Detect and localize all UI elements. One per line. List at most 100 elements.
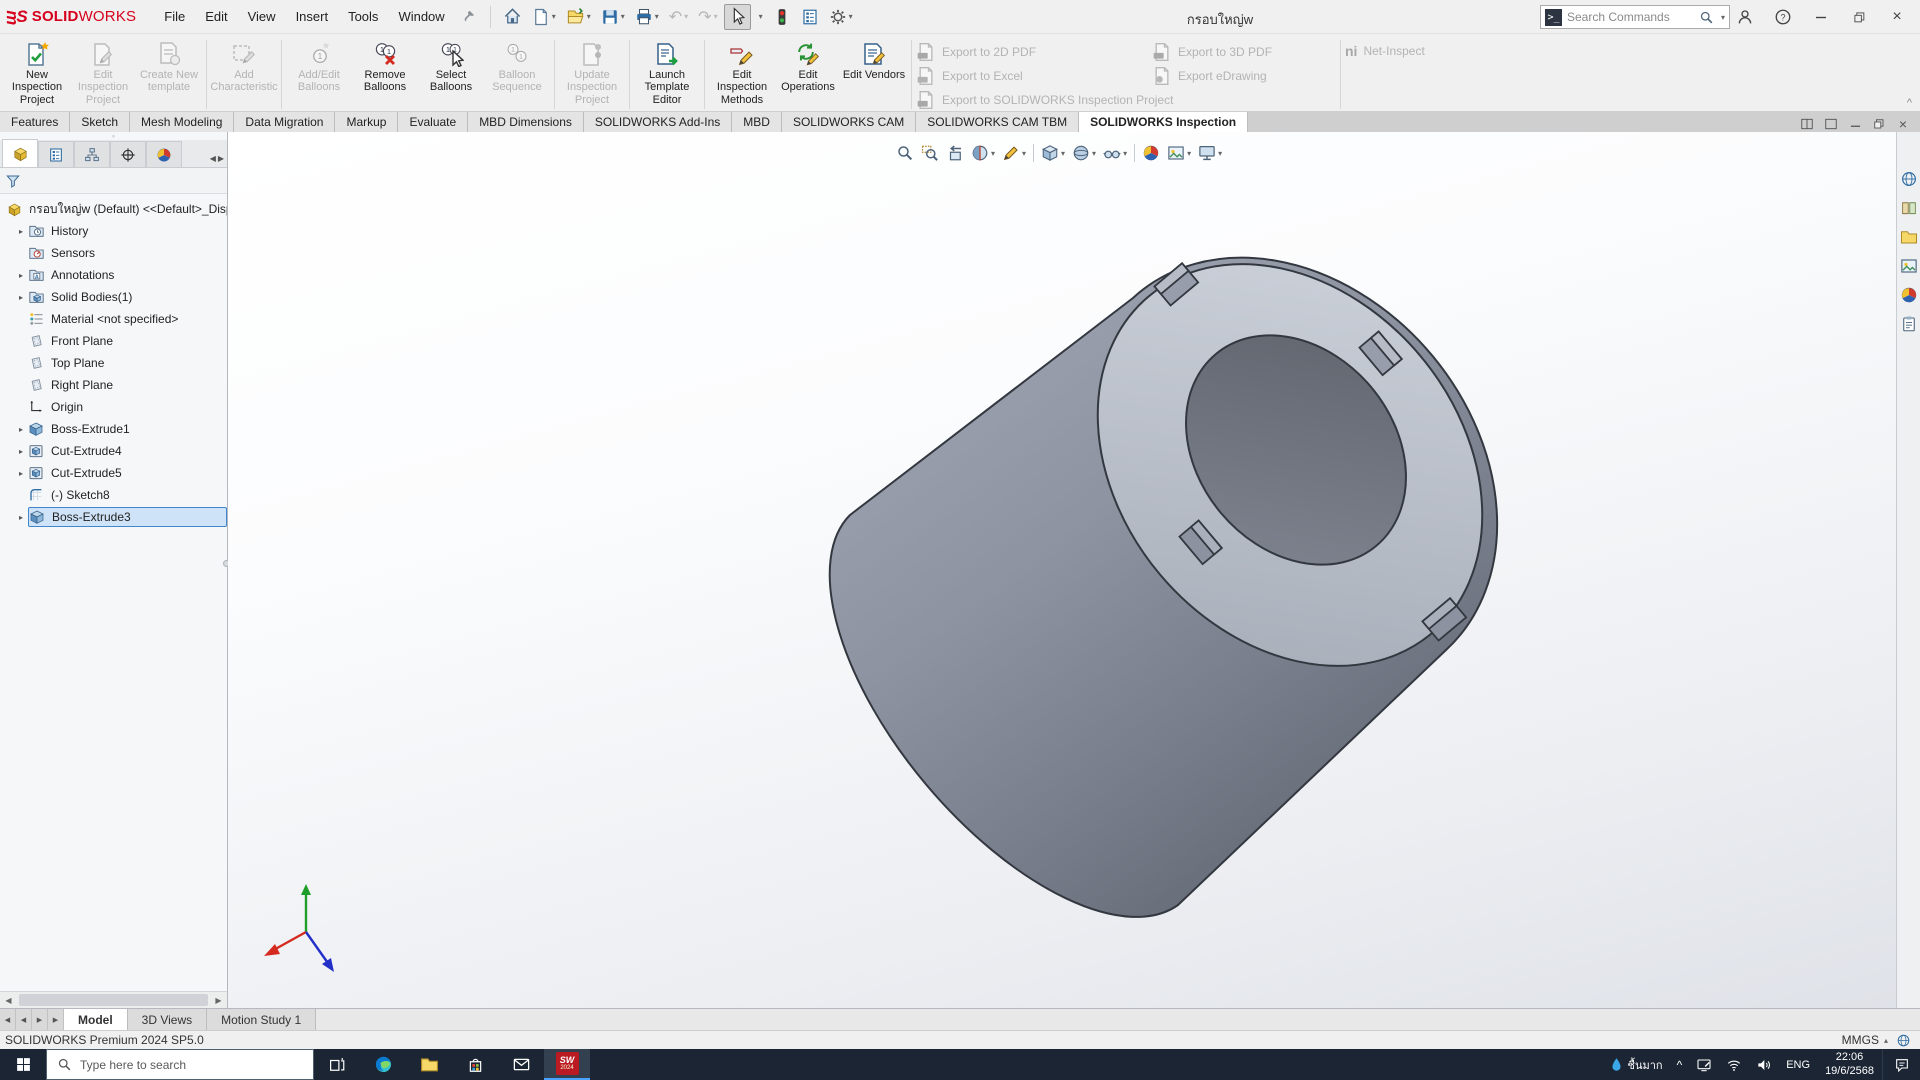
units-caret-icon[interactable]: ▴ [1884, 1036, 1888, 1045]
tab-sketch[interactable]: Sketch [70, 112, 130, 132]
menu-view[interactable]: View [238, 5, 286, 29]
tree-item-boss-extrude1[interactable]: ▸ Boss-Extrude1 [0, 418, 227, 440]
tree-item-right-plane[interactable]: Right Plane [0, 374, 227, 396]
expand-arrow-icon[interactable]: ▸ [14, 469, 28, 478]
menu-edit[interactable]: Edit [195, 5, 237, 29]
pane-full-icon[interactable] [1820, 115, 1842, 132]
custom-properties-icon[interactable] [1900, 315, 1918, 333]
expand-arrow-icon[interactable]: ▸ [14, 227, 28, 236]
caret-down-icon[interactable]: ▾ [1218, 149, 1222, 158]
tab-solidworks-cam-tbm[interactable]: SOLIDWORKS CAM TBM [916, 112, 1079, 132]
search-icon[interactable] [1699, 10, 1714, 25]
close-button[interactable]: × [1880, 2, 1914, 32]
pen-display-tray-icon[interactable] [1689, 1049, 1719, 1080]
tab-scroll-last-icon[interactable]: ▶ [48, 1009, 64, 1030]
print-button[interactable]: ▾ [631, 4, 663, 30]
tab-3d-views[interactable]: 3D Views [128, 1009, 207, 1030]
design-library-icon[interactable] [1900, 199, 1918, 217]
caret-down-icon[interactable]: ▾ [655, 12, 659, 21]
menu-insert[interactable]: Insert [286, 5, 339, 29]
menu-tools[interactable]: Tools [338, 5, 388, 29]
select-button[interactable] [724, 4, 751, 30]
zoom-fit-button[interactable] [894, 141, 916, 165]
options-button[interactable]: ▾ [825, 4, 857, 30]
weather-widget[interactable]: ชื้นมาก [1602, 1049, 1670, 1080]
tree-item-boss-extrude3[interactable]: ▸ Boss-Extrude3 [0, 506, 227, 528]
view-orientation-button[interactable]: ▾ [1039, 141, 1067, 165]
expand-arrow-icon[interactable]: ▸ [14, 293, 28, 302]
caret-down-icon[interactable]: ▾ [849, 12, 853, 21]
panel-tab-scroll-left-icon[interactable]: ◀ [210, 154, 216, 163]
tray-overflow-chevron-icon[interactable]: ^ [1670, 1049, 1690, 1080]
command-search-box[interactable]: >_ Search Commands ▾ [1540, 5, 1730, 29]
doc-restore-icon[interactable] [1868, 115, 1890, 132]
tree-item-material[interactable]: Material <not specified> [0, 308, 227, 330]
tab-feature-manager-tree[interactable] [2, 139, 38, 167]
tab-scroll-next-icon[interactable]: ▶ [32, 1009, 48, 1030]
caret-down-icon[interactable]: ▾ [587, 12, 591, 21]
launch-template-editor-button[interactable]: Launch Template Editor [634, 38, 700, 109]
start-button[interactable] [0, 1049, 46, 1080]
caret-down-icon[interactable]: ▾ [552, 12, 556, 21]
scroll-right-icon[interactable]: ▶ [210, 992, 227, 1008]
tree-item-history[interactable]: ▸ History [0, 220, 227, 242]
tree-item-sensors[interactable]: Sensors [0, 242, 227, 264]
section-view-button[interactable]: ▾ [969, 141, 997, 165]
menu-file[interactable]: File [154, 5, 195, 29]
save-button[interactable]: ▾ [597, 4, 629, 30]
tab-mbd[interactable]: MBD [732, 112, 782, 132]
open-button[interactable]: ▾ [562, 4, 595, 30]
volume-tray-icon[interactable] [1749, 1049, 1779, 1080]
display-style-button[interactable]: ▾ [1070, 141, 1098, 165]
scroll-left-icon[interactable]: ◀ [0, 992, 17, 1008]
rebuild-button[interactable] [769, 4, 795, 30]
tree-item-top-plane[interactable]: Top Plane [0, 352, 227, 374]
view-settings-button[interactable]: ▾ [1196, 141, 1224, 165]
caret-down-icon[interactable]: ▾ [621, 12, 625, 21]
file-explorer-button[interactable] [406, 1049, 452, 1080]
panel-horizontal-scrollbar[interactable]: ◀ ▶ [0, 991, 227, 1008]
units-value[interactable]: MMGS [1842, 1033, 1879, 1047]
tab-solidworks-add-ins[interactable]: SOLIDWORKS Add-Ins [584, 112, 732, 132]
doc-close-icon[interactable]: × [1892, 115, 1914, 132]
tab-mbd-dimensions[interactable]: MBD Dimensions [468, 112, 584, 132]
network-tray-icon[interactable] [1719, 1049, 1749, 1080]
panel-tab-scroll-right-icon[interactable]: ▶ [218, 154, 224, 163]
scrollbar-thumb[interactable] [19, 994, 208, 1006]
tree-item-front-plane[interactable]: Front Plane [0, 330, 227, 352]
tab-solidworks-inspection[interactable]: SOLIDWORKS Inspection [1079, 112, 1248, 132]
ribbon-collapse-chevron-icon[interactable]: ^ [1907, 97, 1912, 109]
zoom-area-button[interactable] [919, 141, 941, 165]
pin-menu-icon[interactable] [461, 9, 476, 24]
edit-operations-button[interactable]: Edit Operations [775, 38, 841, 97]
tab-model[interactable]: Model [64, 1009, 128, 1030]
edit-inspection-methods-button[interactable]: Edit Inspection Methods [709, 38, 775, 109]
status-globe-icon[interactable] [1896, 1033, 1911, 1048]
store-button[interactable] [452, 1049, 498, 1080]
tab-evaluate[interactable]: Evaluate [398, 112, 468, 132]
taskbar-search-box[interactable]: Type here to search [46, 1049, 314, 1080]
task-view-button[interactable] [314, 1049, 360, 1080]
tab-configuration-manager[interactable] [74, 141, 110, 167]
tab-markup[interactable]: Markup [335, 112, 398, 132]
help-button[interactable] [1766, 2, 1800, 32]
resources-globe-icon[interactable] [1900, 170, 1918, 188]
expand-arrow-icon[interactable]: ▸ [14, 513, 28, 522]
file-properties-button[interactable] [797, 4, 823, 30]
menu-window[interactable]: Window [388, 5, 454, 29]
select-dropdown[interactable]: ▾ [753, 4, 767, 30]
home-button[interactable] [499, 4, 526, 30]
caret-down-icon[interactable]: ▾ [1123, 149, 1127, 158]
graphics-viewport[interactable]: ▾ ▾ ▾ ▾ ▾ ▾ ▾ [228, 132, 1896, 1008]
undo-button[interactable]: ↶▾ [665, 4, 692, 30]
tab-property-manager[interactable] [38, 141, 74, 167]
expand-arrow-icon[interactable]: ▸ [14, 271, 28, 280]
hide-show-items-button[interactable]: ▾ [1101, 141, 1129, 165]
doc-minimize-icon[interactable] [1844, 115, 1866, 132]
edit-vendors-button[interactable]: Edit Vendors [841, 38, 907, 84]
expand-arrow-icon[interactable]: ▸ [14, 447, 28, 456]
mail-button[interactable] [498, 1049, 544, 1080]
pane-split-icon[interactable] [1796, 115, 1818, 132]
new-inspection-project-button[interactable]: New Inspection Project [4, 38, 70, 109]
apply-scene-button[interactable]: ▾ [1165, 141, 1193, 165]
